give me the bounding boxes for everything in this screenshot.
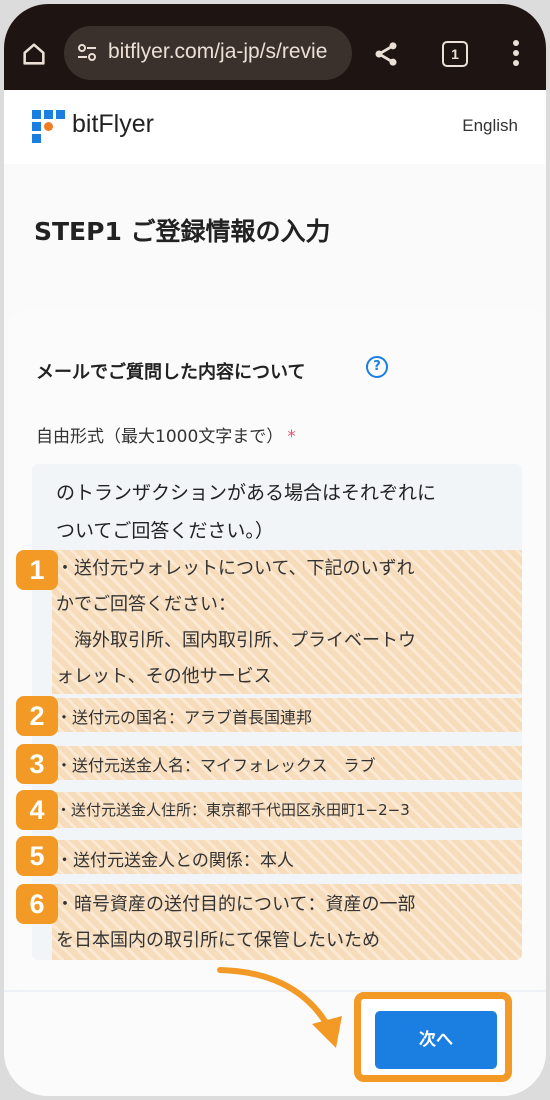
- step-badge-6: 6: [16, 884, 58, 924]
- brand-name[interactable]: bitFlyer: [72, 110, 154, 139]
- form-card: メールでご質問した内容について ? 自由形式（最大1000文字まで） * のトラン…: [8, 310, 546, 990]
- section-title: メールでご質問した内容について: [36, 362, 306, 383]
- url-text[interactable]: bitflyer.com/ja-jp/s/revie: [108, 40, 327, 64]
- highlight-block-1: ・送付元ウォレットについて、下記のいずれ かでご回答ください： 海外取引所、国内…: [52, 550, 522, 694]
- step-badge-3: 3: [16, 744, 58, 784]
- highlight-line: ォレット、その他サービス: [56, 666, 272, 687]
- more-vert-icon[interactable]: [510, 38, 522, 68]
- step-badge-2: 2: [16, 696, 58, 736]
- field-label-text: 自由形式（最大1000文字まで）: [36, 427, 284, 447]
- highlight-line: ・送付元の国名：アラブ首長国連邦: [56, 708, 313, 727]
- highlight-line: ・送付元送金人住所：東京都千代田区永田町1−2−3: [56, 801, 410, 819]
- pointer-arrow-icon: [217, 967, 342, 1048]
- step-badge-1: 1: [16, 550, 58, 590]
- highlight-line: ・送付元ウォレットについて、下記のいずれ: [56, 558, 415, 579]
- highlight-line: を日本国内の取引所にて保管したいため: [56, 930, 380, 951]
- page-title: STEP1 ご登録情報の入力: [34, 217, 331, 246]
- textarea-line: ついてご回答ください。）: [56, 520, 274, 542]
- share-icon[interactable]: [372, 40, 400, 68]
- textarea-line: のトランザクションがある場合はそれぞれに: [56, 482, 437, 504]
- highlight-block-6: ・暗号資産の送付目的について：資産の一部 を日本国内の取引所にて保管したいため: [52, 884, 522, 960]
- address-bar[interactable]: bitflyer.com/ja-jp/s/revie: [64, 26, 352, 80]
- highlight-block-5: ・送付元送金人との関係：本人: [52, 840, 522, 874]
- site-header: bitFlyer English: [4, 90, 546, 164]
- highlight-block-2: ・送付元の国名：アラブ首長国連邦: [52, 698, 522, 732]
- field-label: 自由形式（最大1000文字まで） *: [36, 422, 296, 447]
- tune-icon[interactable]: [76, 42, 98, 64]
- highlight-block-4: ・送付元送金人住所：東京都千代田区永田町1−2−3: [52, 792, 522, 828]
- browser-toolbar: bitflyer.com/ja-jp/s/revie 1: [4, 4, 546, 90]
- home-icon[interactable]: [20, 40, 48, 68]
- highlight-line: ・送付元送金人名：マイフォレックス ラブ: [56, 756, 376, 775]
- highlight-line: かでご回答ください：: [56, 594, 236, 615]
- free-form-textarea[interactable]: のトランザクションがある場合はそれぞれに ついてご回答ください。） ・送付元ウォ…: [32, 464, 522, 960]
- bitflyer-logo-icon[interactable]: [32, 110, 66, 144]
- highlight-line: 海外取引所、国内取引所、プライベートウ: [56, 630, 416, 651]
- tabs-icon[interactable]: 1: [442, 41, 468, 67]
- step-badge-4: 4: [16, 790, 58, 830]
- highlight-line: ・暗号資産の送付目的について：資産の一部: [56, 894, 416, 915]
- english-link[interactable]: English: [462, 116, 518, 136]
- phone-frame: bitflyer.com/ja-jp/s/revie 1 bitFlyer En…: [4, 4, 546, 1096]
- help-icon[interactable]: ?: [366, 356, 388, 378]
- step-badge-5: 5: [16, 836, 58, 876]
- next-button-highlight: 次へ: [354, 992, 512, 1082]
- highlight-line: ・送付元送金人との関係：本人: [56, 851, 294, 871]
- required-mark: *: [287, 427, 296, 447]
- highlight-block-3: ・送付元送金人名：マイフォレックス ラブ: [52, 746, 522, 780]
- next-button[interactable]: 次へ: [375, 1011, 497, 1069]
